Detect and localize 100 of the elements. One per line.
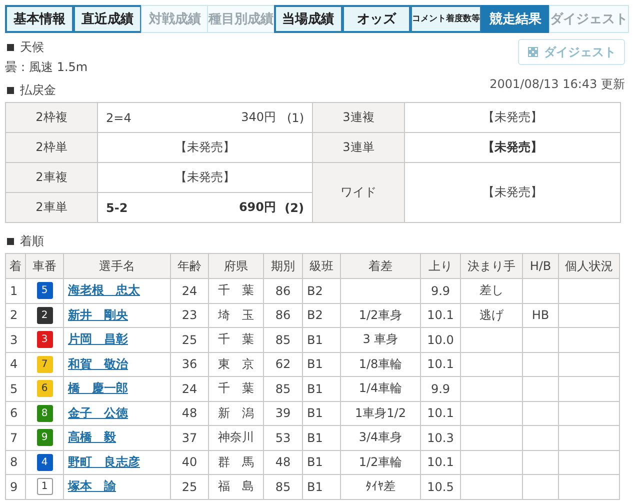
table-cell: 36 xyxy=(182,357,198,372)
car-number-badge: 2 xyxy=(36,306,52,324)
bet-type-cell: 2車複 xyxy=(6,163,98,193)
square-bullet-icon xyxy=(7,238,14,245)
table-cell: 9.9 xyxy=(430,284,450,298)
column-header: 着 xyxy=(6,254,26,278)
table-cell: B2 xyxy=(307,284,323,298)
table-cell: 群 馬 xyxy=(218,454,254,469)
section-heading: 着順 xyxy=(20,233,44,250)
column-header: 府県 xyxy=(208,254,264,278)
table-cell: 逃げ xyxy=(480,308,504,322)
table-cell: 1/2車輪 xyxy=(358,454,402,469)
table-cell: 86 xyxy=(275,284,291,298)
payout-cell: 【未発売】 xyxy=(405,133,621,163)
bet-type-cell: 3連複 xyxy=(313,103,405,133)
table-cell: 24 xyxy=(182,284,198,298)
table-cell: B1 xyxy=(307,357,323,372)
car-number-badge: 6 xyxy=(36,380,52,398)
column-header: 上り xyxy=(420,254,460,278)
payout-cell: 【未発売】 xyxy=(405,103,621,133)
square-bullet-icon xyxy=(7,87,14,94)
table-cell: 1/2車身 xyxy=(358,308,402,322)
car-number-badge: 3 xyxy=(36,331,52,348)
car-number-badge: 9 xyxy=(36,429,52,446)
table-cell: 3 xyxy=(10,332,18,347)
square-bullet-icon xyxy=(7,44,14,51)
column-header: 級班 xyxy=(302,254,340,278)
table-cell: 23 xyxy=(182,308,198,322)
table-cell: 48 xyxy=(275,455,291,470)
tab[interactable]: 当場成績 xyxy=(274,5,343,33)
table-cell: HB xyxy=(532,308,550,322)
table-cell: 東 京 xyxy=(218,356,254,371)
table-cell: 10.1 xyxy=(427,308,454,322)
section-heading: 払戻金 xyxy=(20,82,56,99)
table-cell: 85 xyxy=(275,480,291,494)
table-cell: 10.1 xyxy=(427,406,454,420)
car-number-badge: 7 xyxy=(36,356,52,373)
table-cell: 福 島 xyxy=(218,479,254,494)
bet-type-cell: 3連単 xyxy=(313,133,405,163)
film-icon xyxy=(527,46,539,58)
column-header: 選手名 xyxy=(64,254,170,278)
bet-type-cell: ワイド xyxy=(313,163,405,223)
table-cell: 差し xyxy=(480,283,504,298)
car-number-badge: 5 xyxy=(36,282,52,300)
table-cell: 3 車身 xyxy=(362,332,398,346)
table-cell: B1 xyxy=(307,332,323,347)
table-cell: 埼 玉 xyxy=(218,308,254,322)
table-cell: 25 xyxy=(182,332,198,347)
table-cell: 7 xyxy=(10,430,18,445)
table-cell: 9.9 xyxy=(430,382,450,396)
payout-cell: 【未発売】 xyxy=(405,163,621,223)
table-cell: 2 xyxy=(10,308,18,322)
table-cell: 10.5 xyxy=(427,480,454,494)
table-cell: 神奈川 xyxy=(218,430,254,444)
table-cell: 新 潟 xyxy=(218,406,254,420)
tab[interactable]: 基本情報 xyxy=(5,5,74,33)
table-cell: 86 xyxy=(275,308,291,322)
bet-type-cell: 2枠単 xyxy=(6,133,98,163)
car-number-badge: 1 xyxy=(36,478,52,496)
section-heading: 天候 xyxy=(20,39,44,56)
column-header: 個人状況 xyxy=(558,254,620,278)
table-cell: 10.1 xyxy=(427,455,454,470)
table-cell: B1 xyxy=(307,430,323,445)
table-cell: 6 xyxy=(10,406,18,420)
table-cell: 千 葉 xyxy=(218,332,254,346)
table-cell: 1車身1/2 xyxy=(355,406,406,420)
bet-type-cell: 2車単 xyxy=(6,193,98,223)
table-cell: 10.1 xyxy=(427,357,454,372)
table-cell: 4 xyxy=(10,357,18,372)
table-cell: 37 xyxy=(182,430,198,445)
tab[interactable]: オッズ xyxy=(342,5,411,33)
column-header: 年齢 xyxy=(170,254,208,278)
table-cell: 千 葉 xyxy=(218,381,254,396)
table-cell: 1/8車輪 xyxy=(358,356,402,371)
table-cell: 5 xyxy=(10,382,18,396)
table-cell: B1 xyxy=(307,455,323,470)
table-cell: 千 葉 xyxy=(218,283,254,298)
table-cell: 48 xyxy=(182,406,198,420)
table-cell: 25 xyxy=(182,480,198,494)
table-cell: 3/4車身 xyxy=(358,430,402,444)
column-header: 着差 xyxy=(340,254,420,278)
table-cell: ﾀｲﾔ差 xyxy=(366,479,396,494)
table-cell: 53 xyxy=(275,430,291,445)
column-header: 期別 xyxy=(264,254,302,278)
car-number-badge: 4 xyxy=(36,454,52,471)
table-cell: 9 xyxy=(10,480,18,494)
table-cell: 1/4車輪 xyxy=(358,381,402,396)
table-cell: 8 xyxy=(10,455,18,470)
table-cell: 85 xyxy=(275,382,291,396)
table-cell: B2 xyxy=(307,308,323,322)
table-cell: 85 xyxy=(275,332,291,347)
tab[interactable]: コメント着度数等 xyxy=(410,5,482,33)
table-cell: B1 xyxy=(307,406,323,420)
table-cell: 40 xyxy=(182,455,198,470)
bet-type-cell: 2枠複 xyxy=(6,103,98,133)
table-cell: 24 xyxy=(182,382,198,396)
column-header: 決まり手 xyxy=(460,254,522,278)
tab[interactable]: 直近成績 xyxy=(73,5,142,33)
table-cell: 10.3 xyxy=(427,430,454,445)
tab[interactable]: 競走結果 xyxy=(480,5,550,33)
